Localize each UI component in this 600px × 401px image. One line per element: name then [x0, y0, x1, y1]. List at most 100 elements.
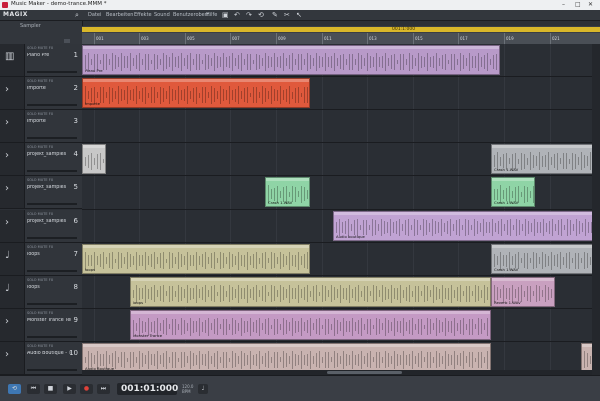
search-icon[interactable]: ⌕: [75, 11, 79, 20]
audio-clip[interactable]: Crash 1.WAV: [491, 177, 535, 208]
track-name[interactable]: Audio Boutique - Te: [27, 351, 71, 356]
track-header[interactable]: ▥ SOLO MUTE FX Piano Pre 1: [0, 44, 82, 78]
volume-fader[interactable]: [27, 302, 77, 305]
track-name[interactable]: Piano Pre: [27, 53, 71, 58]
track-name[interactable]: Importe: [27, 86, 71, 91]
loop-bar[interactable]: 001:1:000: [82, 26, 600, 33]
ruler-label: 009: [278, 36, 286, 41]
track-buttons[interactable]: SOLO MUTE FX: [27, 145, 53, 149]
expand-arrow-icon[interactable]: ›: [5, 150, 9, 161]
expand-arrow-icon[interactable]: ›: [5, 117, 9, 128]
track-buttons[interactable]: SOLO MUTE FX: [27, 46, 53, 50]
track-name[interactable]: Monster Trance Ter: [27, 318, 71, 323]
track-name[interactable]: Importe: [27, 119, 71, 124]
draw-icon[interactable]: ✎: [272, 11, 278, 19]
audio-clip[interactable]: Piano Pre: [82, 45, 500, 76]
menu-oberflaeche[interactable]: Benutzeroberf.: [173, 12, 210, 18]
play-button[interactable]: ▶: [63, 384, 76, 394]
stop-button[interactable]: ■: [44, 384, 57, 394]
track-name[interactable]: projekt_samples: [27, 185, 71, 190]
waveform-bar: [289, 356, 290, 364]
expand-arrow-icon[interactable]: ›: [5, 349, 9, 360]
loop-icon[interactable]: ⟲: [258, 11, 264, 19]
volume-fader[interactable]: [27, 269, 77, 272]
audio-clip[interactable]: Importe: [82, 78, 310, 109]
undo-icon[interactable]: ↶: [234, 11, 240, 19]
expand-arrow-icon[interactable]: ›: [5, 316, 9, 327]
skip-back-button[interactable]: ⏮: [27, 384, 40, 394]
arranger-area[interactable]: Piano Pre Importe Crash 1.WAV Crash 1.WAV Cr…: [82, 44, 600, 375]
waveform-bar: [435, 221, 436, 234]
track-header[interactable]: › SOLO MUTE FX Importe 3: [0, 110, 82, 144]
note-icon[interactable]: ♩: [5, 250, 10, 261]
track-buttons[interactable]: SOLO MUTE FX: [27, 112, 53, 116]
volume-fader[interactable]: [27, 368, 77, 371]
track-buttons[interactable]: SOLO MUTE FX: [27, 278, 53, 282]
track-header[interactable]: › SOLO MUTE FX projekt_samples 4: [0, 143, 82, 177]
track-header[interactable]: ♩ SOLO MUTE FX loops 8: [0, 275, 82, 309]
volume-fader[interactable]: [27, 104, 77, 107]
audio-clip[interactable]: Reverb 1.WAV: [491, 276, 555, 307]
loop-range[interactable]: 001:1:000: [82, 27, 600, 32]
scroll-thumb[interactable]: [327, 371, 402, 374]
track-buttons[interactable]: SOLO MUTE FX: [27, 344, 53, 348]
track-name[interactable]: loops: [27, 252, 71, 257]
zoom-dropdown[interactable]: [64, 39, 70, 43]
track-buttons[interactable]: SOLO MUTE FX: [27, 311, 53, 315]
expand-arrow-icon[interactable]: ›: [5, 84, 9, 95]
note-icon[interactable]: ♩: [5, 283, 10, 294]
audio-clip[interactable]: Monster Trance: [130, 309, 491, 340]
waveform-bar: [319, 291, 320, 296]
menu-effekte[interactable]: Effekte: [134, 12, 152, 18]
waveform-bar: [490, 58, 491, 66]
audio-clip[interactable]: Audio Boutique: [82, 342, 491, 373]
audio-clip[interactable]: loops: [130, 276, 491, 307]
audio-clip[interactable]: Audio boutique: [333, 210, 600, 241]
skip-forward-button[interactable]: ⏭: [97, 384, 110, 394]
volume-fader[interactable]: [27, 137, 77, 140]
track-buttons[interactable]: SOLO MUTE FX: [27, 178, 53, 182]
loop-toggle-button[interactable]: ⟲: [8, 384, 21, 394]
audio-clip[interactable]: [82, 144, 106, 175]
close-button[interactable]: ✕: [588, 1, 593, 8]
volume-fader[interactable]: [27, 203, 77, 206]
waveform-bar: [518, 286, 519, 301]
track-header[interactable]: › SOLO MUTE FX Audio Boutique - Te 10: [0, 341, 82, 375]
track-header[interactable]: › SOLO MUTE FX Importe 2: [0, 77, 82, 111]
waveform-bar: [515, 289, 516, 298]
track-buttons[interactable]: SOLO MUTE FX: [27, 79, 53, 83]
audio-clip[interactable]: loops: [82, 243, 310, 274]
menu-datei[interactable]: Datei: [88, 12, 101, 18]
track-name[interactable]: projekt_samples: [27, 219, 71, 224]
track-header[interactable]: › SOLO MUTE FX Monster Trance Ter 9: [0, 308, 82, 342]
volume-fader[interactable]: [27, 170, 77, 173]
track-header[interactable]: › SOLO MUTE FX projekt_samples 6: [0, 209, 82, 243]
maximize-button[interactable]: □: [575, 1, 581, 8]
expand-arrow-icon[interactable]: ›: [5, 183, 9, 194]
cut-icon[interactable]: ✂: [284, 11, 290, 19]
menu-bearbeiten[interactable]: Bearbeiten: [106, 12, 133, 18]
minimize-button[interactable]: –: [562, 1, 565, 8]
track-header[interactable]: ♩ SOLO MUTE FX loops 7: [0, 242, 82, 276]
vertical-scrollbar[interactable]: [592, 44, 600, 375]
audio-clip[interactable]: Crash 1.WAV: [491, 144, 600, 175]
track-buttons[interactable]: SOLO MUTE FX: [27, 245, 53, 249]
track-name[interactable]: projekt_samples: [27, 152, 71, 157]
track-header[interactable]: › SOLO MUTE FX projekt_samples 5: [0, 176, 82, 210]
piano-icon[interactable]: ▥: [5, 51, 14, 62]
metronome-button[interactable]: ♩: [198, 384, 208, 394]
record-button[interactable]: ●: [80, 384, 93, 394]
track-buttons[interactable]: SOLO MUTE FX: [27, 212, 53, 216]
menu-hilfe[interactable]: Hilfe: [206, 12, 217, 18]
volume-fader[interactable]: [27, 335, 77, 338]
audio-clip[interactable]: Crash 1.WAV: [491, 243, 600, 274]
track-name[interactable]: loops: [27, 285, 71, 290]
audio-clip[interactable]: Crash 1.WAV: [265, 177, 310, 208]
expand-arrow-icon[interactable]: ›: [5, 217, 9, 228]
redo-icon[interactable]: ↷: [246, 11, 252, 19]
select-icon[interactable]: ↖: [296, 11, 302, 19]
menu-sound[interactable]: Sound: [154, 12, 170, 18]
volume-fader[interactable]: [27, 71, 77, 74]
volume-fader[interactable]: [27, 236, 77, 239]
save-icon[interactable]: ▣: [222, 11, 229, 19]
